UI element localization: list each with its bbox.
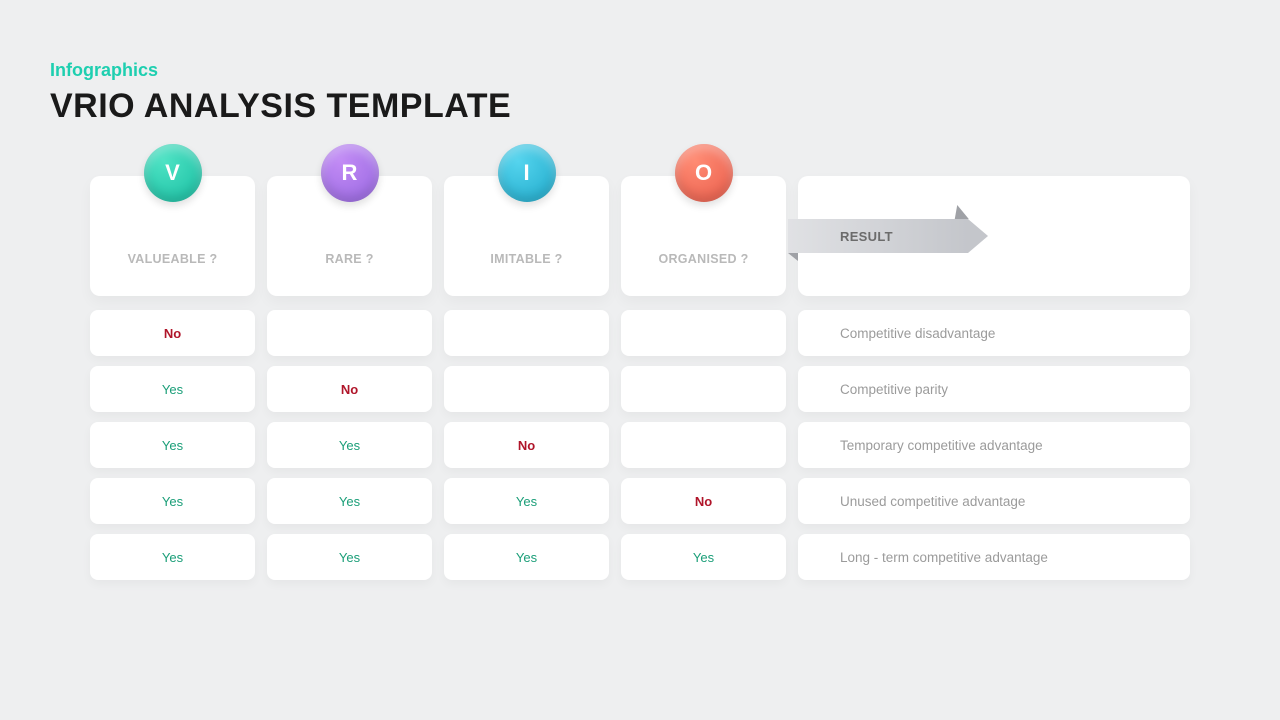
table-row: Yes Yes Yes Yes Long - term competitive adva… xyxy=(90,534,1190,580)
cell-value: Yes xyxy=(90,534,255,580)
cell-i xyxy=(444,366,609,412)
col-valuable: V VALUEABLE ? xyxy=(90,176,255,296)
cell-value: Yes xyxy=(267,478,432,524)
header-card-imitable: I IMITABLE ? xyxy=(444,176,609,296)
col-imitable: I IMITABLE ? xyxy=(444,176,609,296)
cell-value xyxy=(621,422,786,468)
cell-value xyxy=(621,310,786,356)
cell-v: Yes xyxy=(90,534,255,580)
cell-value xyxy=(444,366,609,412)
cell-value: Yes xyxy=(444,478,609,524)
cell-v: Yes xyxy=(90,422,255,468)
vrio-grid: V VALUEABLE ? R RARE ? I IMITABLE ? O xyxy=(90,176,1190,580)
data-rows: No Competitive disadvantage Yes No Competiti… xyxy=(90,310,1190,580)
cell-o xyxy=(621,422,786,468)
header-card-valuable: V VALUEABLE ? xyxy=(90,176,255,296)
badge-r-icon: R xyxy=(321,144,379,202)
table-row: Yes No Competitive parity xyxy=(90,366,1190,412)
cell-r: Yes xyxy=(267,534,432,580)
cell-v: Yes xyxy=(90,478,255,524)
header-row: V VALUEABLE ? R RARE ? I IMITABLE ? O xyxy=(90,176,1190,296)
answer-text: Yes xyxy=(162,550,183,565)
cell-value: No xyxy=(621,478,786,524)
answer-text: No xyxy=(695,494,712,509)
ribbon-notch-icon xyxy=(955,205,971,219)
answer-text: Yes xyxy=(693,550,714,565)
result-ribbon: RESULT xyxy=(788,219,993,253)
result-ribbon-label: RESULT xyxy=(788,219,968,253)
answer-text: Yes xyxy=(162,494,183,509)
slide: Infographics VRIO ANALYSIS TEMPLATE V VA… xyxy=(0,0,1280,620)
cell-o: Yes xyxy=(621,534,786,580)
header-card-organised: O ORGANISED ? xyxy=(621,176,786,296)
answer-text: Yes xyxy=(162,438,183,453)
col-organised: O ORGANISED ? xyxy=(621,176,786,296)
answer-text: No xyxy=(164,326,181,341)
cell-result: Competitive parity xyxy=(798,366,1190,412)
table-row: No Competitive disadvantage xyxy=(90,310,1190,356)
header-label-valuable: VALUEABLE ? xyxy=(128,252,218,266)
answer-text: Yes xyxy=(339,438,360,453)
cell-v: No xyxy=(90,310,255,356)
page-title: VRIO ANALYSIS TEMPLATE xyxy=(50,87,1230,126)
result-text: Temporary competitive advantage xyxy=(798,422,1190,468)
result-text: Unused competitive advantage xyxy=(798,478,1190,524)
cell-o xyxy=(621,366,786,412)
cell-result: Unused competitive advantage xyxy=(798,478,1190,524)
cell-value: Yes xyxy=(90,422,255,468)
cell-i: Yes xyxy=(444,478,609,524)
cell-r xyxy=(267,310,432,356)
cell-value: Yes xyxy=(621,534,786,580)
table-row: Yes Yes No Temporary competitive advantage xyxy=(90,422,1190,468)
answer-text: Yes xyxy=(516,494,537,509)
cell-o xyxy=(621,310,786,356)
cell-value: Yes xyxy=(90,366,255,412)
answer-text: Yes xyxy=(516,550,537,565)
cell-i xyxy=(444,310,609,356)
cell-result: Competitive disadvantage xyxy=(798,310,1190,356)
cell-r: No xyxy=(267,366,432,412)
badge-v-icon: V xyxy=(144,144,202,202)
ribbon-arrow-icon xyxy=(968,219,988,253)
header-card-result: RESULT xyxy=(798,176,1190,296)
col-result: RESULT xyxy=(798,176,1190,296)
cell-result: Long - term competitive advantage xyxy=(798,534,1190,580)
cell-r: Yes xyxy=(267,422,432,468)
result-text: Competitive parity xyxy=(798,366,1190,412)
cell-value: No xyxy=(267,366,432,412)
result-text: Competitive disadvantage xyxy=(798,310,1190,356)
header-label-rare: RARE ? xyxy=(325,252,373,266)
cell-i: No xyxy=(444,422,609,468)
cell-r: Yes xyxy=(267,478,432,524)
answer-text: No xyxy=(518,438,535,453)
cell-value: Yes xyxy=(444,534,609,580)
answer-text: Yes xyxy=(162,382,183,397)
cell-value: No xyxy=(444,422,609,468)
subtitle: Infographics xyxy=(50,60,1230,81)
cell-value xyxy=(444,310,609,356)
cell-value: Yes xyxy=(90,478,255,524)
cell-result: Temporary competitive advantage xyxy=(798,422,1190,468)
table-row: Yes Yes Yes No Unused competitive advantage xyxy=(90,478,1190,524)
cell-value: Yes xyxy=(267,422,432,468)
answer-text: Yes xyxy=(339,550,360,565)
header-label-organised: ORGANISED ? xyxy=(658,252,748,266)
header-label-imitable: IMITABLE ? xyxy=(490,252,562,266)
col-rare: R RARE ? xyxy=(267,176,432,296)
cell-o: No xyxy=(621,478,786,524)
cell-value: No xyxy=(90,310,255,356)
cell-value: Yes xyxy=(267,534,432,580)
answer-text: Yes xyxy=(339,494,360,509)
cell-i: Yes xyxy=(444,534,609,580)
cell-v: Yes xyxy=(90,366,255,412)
answer-text: No xyxy=(341,382,358,397)
badge-o-icon: O xyxy=(675,144,733,202)
cell-value xyxy=(267,310,432,356)
result-text: Long - term competitive advantage xyxy=(798,534,1190,580)
badge-i-icon: I xyxy=(498,144,556,202)
header-card-rare: R RARE ? xyxy=(267,176,432,296)
ribbon-fold-icon xyxy=(788,253,798,261)
cell-value xyxy=(621,366,786,412)
